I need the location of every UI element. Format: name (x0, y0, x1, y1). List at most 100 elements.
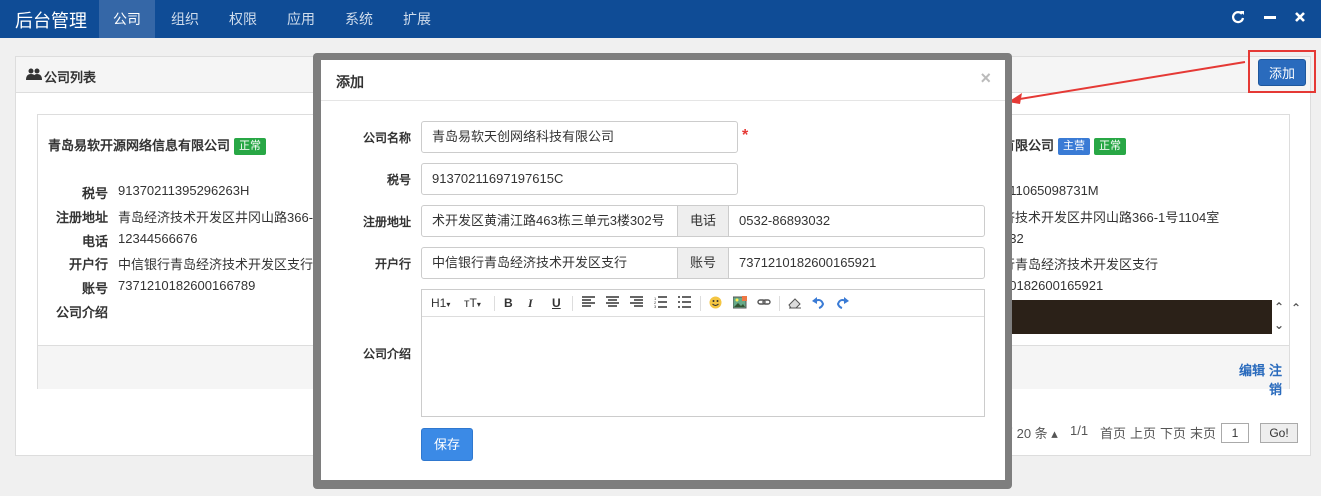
minimize-icon[interactable] (1263, 10, 1277, 24)
scroll-up-arrow-icon[interactable]: ⌃ (1274, 300, 1284, 314)
tax-number-input[interactable]: 91370211697197615C (421, 163, 738, 195)
page-info: 1/1 (1070, 423, 1089, 438)
intro-label: 公司介绍 (362, 347, 411, 361)
edit-link[interactable]: 编辑 (1239, 360, 1265, 379)
toolbar-divider (779, 296, 780, 311)
align-left-icon[interactable] (582, 296, 595, 311)
cancel-link[interactable]: 注销 (1269, 360, 1289, 398)
go-button[interactable]: Go! (1260, 423, 1298, 443)
toolbar-divider (572, 296, 573, 311)
heading-label: H1 (431, 296, 447, 310)
font-size-dropdown[interactable]: тT▾ (464, 296, 481, 312)
field-value: 青岛经济技术开发区井冈山路366-1号 (118, 210, 334, 225)
scroll-up-icon[interactable]: ⌃ (1291, 301, 1301, 315)
italic-button[interactable]: I (528, 296, 533, 310)
caret-up-icon: ▴ (1047, 426, 1058, 441)
phone-addon-label: 电话 (677, 205, 729, 237)
required-mark: * (742, 127, 749, 144)
undo-icon[interactable] (812, 296, 825, 312)
nav-extension[interactable]: 扩展 (389, 0, 445, 38)
prev-page-link[interactable]: 上页 (1130, 423, 1156, 442)
bold-button[interactable]: B (504, 296, 513, 310)
intro-image (1002, 300, 1272, 334)
modal-title: 添加 (336, 74, 364, 90)
last-page-link[interactable]: 末页 (1190, 423, 1216, 442)
field-label: 公司介绍 (55, 305, 108, 320)
field-label: 账号 (81, 281, 108, 296)
account-addon-label: 账号 (677, 247, 729, 279)
field-value: 12344566676 (118, 231, 198, 246)
nav-system[interactable]: 系统 (331, 0, 387, 38)
card-footer: 编辑 注销 (1002, 345, 1289, 397)
bank-input[interactable]: 中信银行青岛经济技术开发区支行 (421, 247, 678, 279)
users-icon (26, 68, 42, 80)
first-page-link[interactable]: 首页 (1100, 423, 1126, 442)
field-label: 开户行 (68, 257, 108, 272)
page-number-input[interactable]: 1 (1221, 423, 1249, 443)
add-company-modal: 添加 × 公司名称 青岛易软天创网络科技有限公司 * 税号 9137021169… (321, 60, 1005, 480)
status-badge: 正常 (234, 138, 267, 155)
card-footer (38, 345, 326, 389)
toolbar-divider (700, 296, 701, 311)
panel-title: 公司列表 (44, 70, 97, 85)
field-label: 注册地址 (55, 210, 108, 225)
modal-header: 添加 × (321, 60, 1005, 101)
company-name-text: 青岛易软开源网络信息有限公司 (48, 138, 231, 153)
caret-down-icon: ▾ (476, 300, 481, 309)
underline-button[interactable]: U (552, 296, 561, 310)
eraser-icon[interactable] (788, 296, 802, 312)
nav-organization[interactable]: 组织 (157, 0, 213, 38)
align-right-icon[interactable] (630, 296, 643, 311)
caret-down-icon: ▾ (446, 300, 451, 309)
company-name: 青岛易软开源网络信息有限公司 正常 (48, 135, 267, 155)
company-card: 青岛易软开源网络信息有限公司 正常 税号 91370211395296263H 注… (37, 114, 333, 389)
field-value: 10182600165921 (1002, 278, 1104, 293)
nav-application[interactable]: 应用 (273, 0, 329, 38)
field-value: 91370211395296263H (118, 183, 250, 198)
bank-label: 开户行 (374, 257, 411, 271)
refresh-icon[interactable] (1231, 10, 1245, 24)
emoji-icon[interactable] (709, 296, 722, 312)
toolbar-divider (494, 296, 495, 311)
address-label: 注册地址 (362, 215, 411, 229)
field-label: 税号 (81, 186, 108, 201)
font-size-label: тT (464, 296, 477, 310)
scroll-down-arrow-icon[interactable]: ⌄ (1274, 318, 1284, 332)
company-name: 有限公司 主营 正常 (1002, 135, 1127, 155)
nav-permission[interactable]: 权限 (215, 0, 271, 38)
company-name-input[interactable]: 青岛易软天创网络科技有限公司 (421, 121, 738, 153)
phone-input[interactable]: 0532-86893032 (728, 205, 985, 237)
field-label: 电话 (81, 234, 108, 249)
main-badge: 主营 (1058, 138, 1091, 155)
editor-toolbar: H1▾ тT▾ B I U 123 (422, 290, 984, 317)
tax-label: 税号 (386, 173, 411, 187)
app-brand: 后台管理 (15, 11, 87, 31)
ordered-list-icon[interactable]: 123 (654, 296, 667, 311)
company-card: 有限公司 主营 正常 211065098731M 济技术开发区井冈山路366-1号1… (1001, 114, 1301, 397)
field-value: 7371210182600166789 (118, 278, 256, 293)
save-button[interactable]: 保存 (421, 428, 473, 461)
unordered-list-icon[interactable] (678, 296, 691, 311)
add-company-button[interactable]: 添加 (1258, 59, 1306, 86)
rich-text-editor[interactable]: H1▾ тT▾ B I U 123 (421, 289, 985, 417)
field-value: 济技术开发区井冈山路366-1号1104室 (1002, 210, 1220, 225)
account-input[interactable]: 7371210182600165921 (728, 247, 985, 279)
company-name-label: 公司名称 (362, 131, 411, 145)
modal-close-icon[interactable]: × (980, 68, 991, 89)
annotation-arrow (1008, 61, 1246, 104)
svg-text:3: 3 (654, 304, 657, 308)
top-navigation-bar: 后台管理 公司 组织 权限 应用 系统 扩展 (0, 0, 1321, 38)
field-value: 行青岛经济技术开发区支行 (1002, 257, 1159, 272)
link-icon[interactable] (757, 296, 771, 311)
field-value: 211065098731M (1002, 183, 1099, 198)
next-page-link[interactable]: 下页 (1160, 423, 1186, 442)
heading-dropdown[interactable]: H1▾ (431, 296, 450, 312)
redo-icon[interactable] (836, 296, 849, 312)
close-icon[interactable] (1293, 10, 1307, 24)
nav-company[interactable]: 公司 (99, 0, 155, 38)
align-center-icon[interactable] (606, 296, 619, 311)
field-value: 中信银行青岛经济技术开发区支行 (118, 257, 314, 272)
status-badge: 正常 (1094, 138, 1127, 155)
address-input[interactable]: 术开发区黄浦江路463栋三单元3楼302号 (421, 205, 678, 237)
image-icon[interactable] (732, 296, 747, 312)
